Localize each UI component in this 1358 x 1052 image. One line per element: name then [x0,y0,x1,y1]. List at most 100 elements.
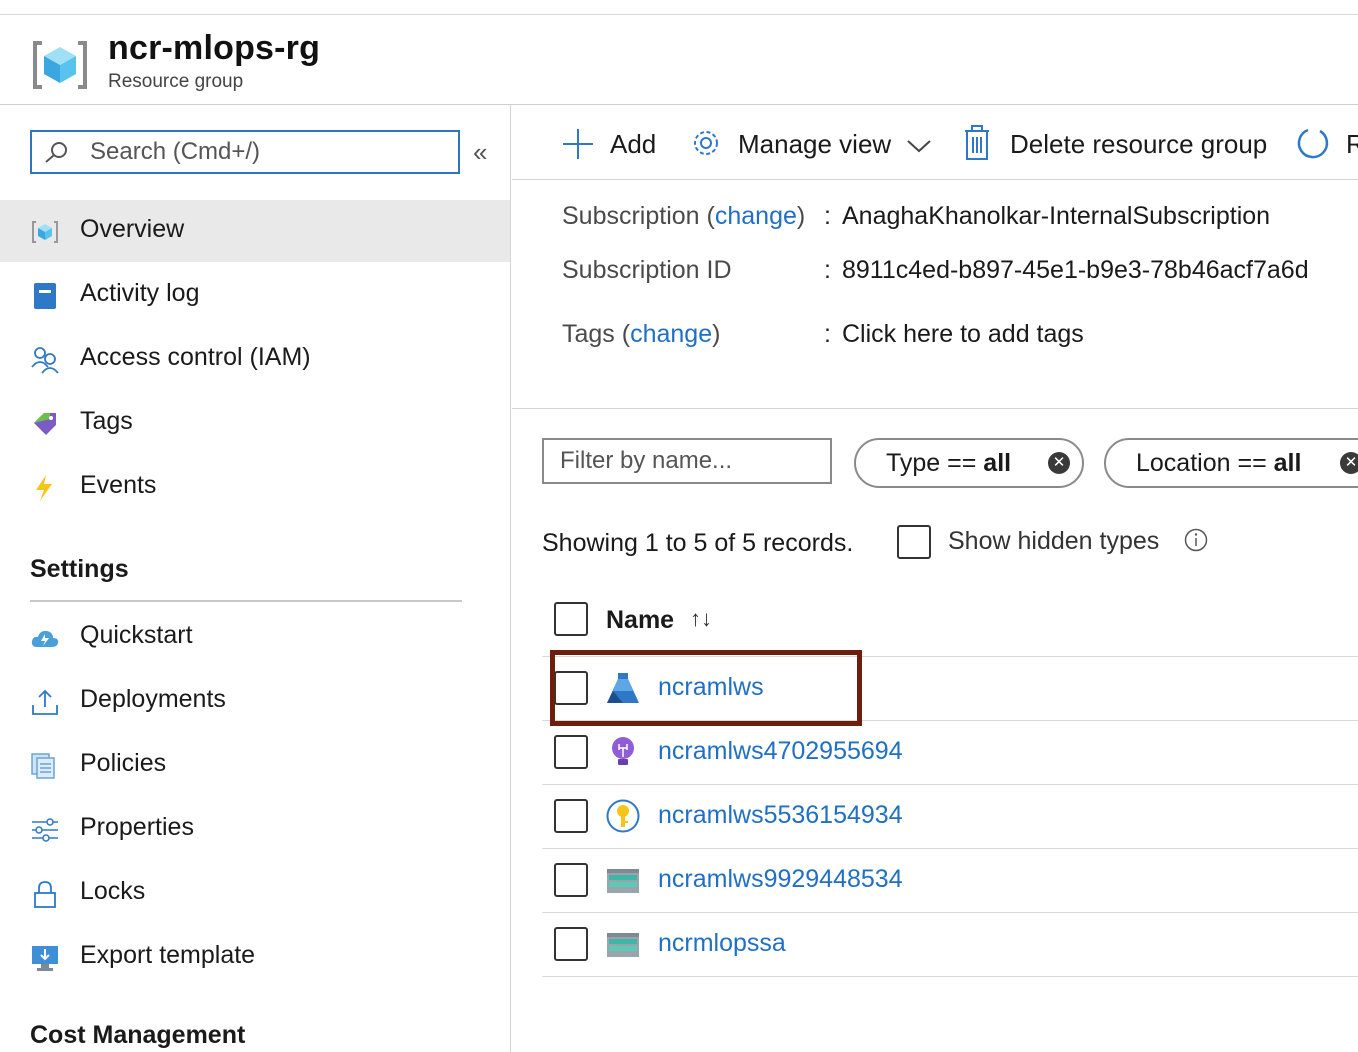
type-filter-label: Type == all [886,440,1011,486]
tag-icon [34,413,56,435]
sidebar-item-label: Locks [80,877,146,905]
export-icon [32,946,58,971]
lightning-icon [36,475,52,501]
search-icon [45,142,67,163]
chevron-down-icon [907,140,931,153]
sidebar-item-label: Events [80,471,157,499]
add-label: Add [610,129,657,159]
colon: : [824,256,831,284]
add-tags-link[interactable]: Click here to add tags [842,320,1084,349]
sliders-icon [32,818,58,842]
settings-heading: Settings [30,555,129,583]
tags-label-text: Tags [562,320,615,348]
type-filter-pill[interactable]: Type == all ✕ [854,438,1084,488]
sidebar-item-label: Tags [80,407,133,435]
name-column-header[interactable]: Name [606,606,674,635]
delete-label: Delete resource group [1010,129,1268,159]
select-all-checkbox[interactable] [554,602,588,636]
gear-icon [694,131,718,155]
storage-icon [607,933,639,957]
sort-icon[interactable]: ↑↓ [690,606,712,632]
row-checkbox[interactable] [554,863,588,897]
colon: : [824,202,831,230]
colon: : [824,320,831,348]
table-row[interactable]: ncramlws4702955694 [542,721,1358,785]
resource-link[interactable]: ncramlws4702955694 [658,737,903,766]
add-button[interactable]: Add [562,125,662,165]
filter-by-name-input[interactable]: Filter by name... [542,438,832,484]
sidebar-item-label: Access control (IAM) [80,343,311,371]
search-input[interactable] [90,132,450,172]
sidebar-item-label: Quickstart [80,621,193,649]
row-checkbox[interactable] [554,927,588,961]
show-hidden-types-checkbox[interactable] [897,525,931,559]
sidebar-item-access-control[interactable]: Access control (IAM) [0,328,510,390]
info-icon[interactable] [1184,528,1208,552]
location-filter-pill[interactable]: Location == all ✕ [1104,438,1358,488]
essentials-panel: Subscription (change) : AnaghaKhanolkar-… [512,180,1358,409]
resource-link[interactable]: ncramlws5536154934 [658,801,903,830]
plus-icon [563,129,593,159]
sidebar-item-events[interactable]: Events [0,456,510,518]
records-count: Showing 1 to 5 of 5 records. [542,529,854,557]
sidebar-item-activity-log[interactable]: Activity log [0,264,510,326]
table-row[interactable]: ncramlws9929448534 [542,849,1358,913]
resource-group-icon [33,41,87,89]
location-filter-label: Location == all [1136,440,1301,486]
subscription-label: Subscription (change) [562,202,806,230]
sidebar-item-label: Deployments [80,685,226,713]
tags-label: Tags (change) [562,320,721,348]
row-checkbox[interactable] [554,799,588,833]
sidebar-item-export-template[interactable]: Export template [0,926,510,988]
storage-icon [607,869,639,893]
location-filter-prefix: Location == [1136,449,1274,477]
command-bar: Add Manage view Delete resource group R [512,105,1358,180]
page-title: ncr-mlops-rg [108,29,321,67]
sidebar-item-deployments[interactable]: Deployments [0,670,510,732]
show-hidden-types-label: Show hidden types [948,527,1160,555]
subscription-id-value: 8911c4ed-b897-45e1-b9e3-78b46acf7a6d [842,256,1309,284]
subscription-label-text: Subscription [562,202,700,230]
resource-group-icon [32,221,58,243]
settings-divider [30,600,462,602]
refresh-button[interactable]: R [1296,125,1358,165]
page-subtitle: Resource group [108,71,244,92]
sidebar-item-label: Policies [80,749,167,777]
delete-resource-group-button[interactable]: Delete resource group [962,125,1282,165]
resource-header: ncr-mlops-rg Resource group [0,15,1358,105]
sidebar-item-tags[interactable]: Tags [0,392,510,454]
change-tags-link[interactable]: change [630,320,712,348]
manage-view-label: Manage view [738,129,892,159]
manage-view-button[interactable]: Manage view [688,125,938,165]
resource-link[interactable]: ncrmlopssa [658,929,786,958]
sidebar-item-locks[interactable]: Locks [0,862,510,924]
search-box[interactable] [30,130,460,174]
sidebar-item-overview[interactable]: Overview [0,200,510,262]
sidebar-item-policies[interactable]: Policies [0,734,510,796]
refresh-label: R [1346,129,1358,159]
sidebar-item-label: Overview [80,215,185,243]
lock-icon [34,881,56,908]
change-subscription-link[interactable]: change [715,202,797,230]
activity-log-icon [34,283,56,309]
cost-management-heading: Cost Management [30,1021,246,1049]
table-row[interactable]: ncrmlopssa [542,913,1358,977]
type-filter-prefix: Type == [886,449,984,477]
upload-icon [32,689,58,715]
table-row[interactable]: ncramlws5536154934 [542,785,1358,849]
highlight-box [550,650,862,726]
sidebar-item-properties[interactable]: Properties [0,798,510,860]
close-icon[interactable]: ✕ [1048,452,1070,474]
key-vault-icon [606,799,640,833]
resource-link[interactable]: ncramlws9929448534 [658,865,903,894]
collapse-sidebar-button[interactable]: « [473,139,487,165]
row-checkbox[interactable] [554,735,588,769]
app-insights-icon [612,737,634,765]
sidebar-item-label: Properties [80,813,194,841]
close-icon[interactable]: ✕ [1340,452,1358,474]
subscription-link[interactable]: AnaghaKhanolkar-InternalSubscription [842,202,1270,231]
sidebar-item-label: Export template [80,941,256,969]
sidebar-item-quickstart[interactable]: Quickstart [0,606,510,668]
left-nav-pane: « Overview Activity log Access control (… [0,105,511,1052]
cloud-icon [31,630,59,647]
